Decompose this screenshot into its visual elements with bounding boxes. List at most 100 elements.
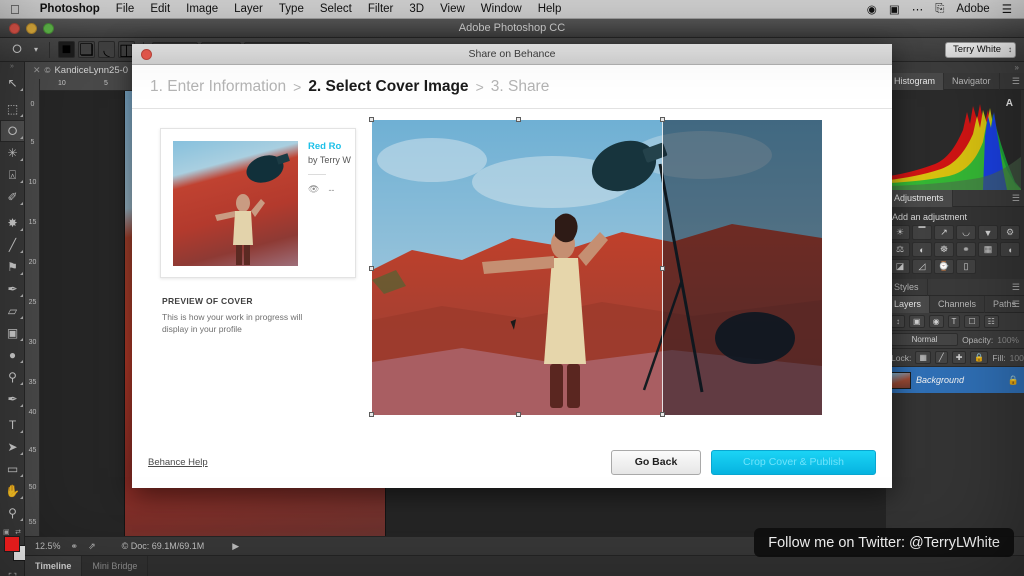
panel-menu-icon[interactable]: ☰ [1012,282,1020,293]
lock-all-icon[interactable]: 🔒 [970,351,989,364]
creative-cloud-icon[interactable]: ◉ [861,2,883,16]
play-triangle-icon[interactable]: ▶ [232,541,239,552]
history-brush-tool[interactable]: ✒ [0,278,25,300]
exposure-icon[interactable]: ◡ [956,225,976,240]
pen-tool[interactable]: ✒ [0,388,25,410]
type-tool[interactable]: T [0,414,25,436]
panel-menu-icon[interactable]: ☰ [1012,299,1020,310]
breadcrumb-step-2[interactable]: 2. Select Cover Image [308,78,468,96]
lasso-tool-icon[interactable]: ⭘ [6,41,28,59]
add-to-selection-icon[interactable]: ❏ [78,41,95,59]
menu-item-file[interactable]: File [108,3,143,15]
rectangular-marquee-tool[interactable]: ⬚ [0,98,25,120]
photo-filter-icon[interactable]: ☸ [934,242,954,257]
foreground-color-swatch[interactable] [4,536,20,552]
eraser-tool[interactable]: ▱ [0,300,25,322]
menu-item-photoshop[interactable]: Photoshop [32,3,108,15]
menu-item-select[interactable]: Select [312,3,360,15]
crop-handle-bottom-right[interactable] [660,412,665,417]
lasso-tool[interactable]: ⭘ [0,120,25,142]
breadcrumb-step-3[interactable]: 3. Share [491,78,550,96]
crop-handle-top-right[interactable] [660,117,665,122]
crop-editor[interactable] [369,117,822,417]
subtract-from-selection-icon[interactable]: ◟ [98,41,115,59]
black-white-icon[interactable]: ◐ [912,242,932,257]
tab-histogram[interactable]: Histogram [886,72,945,90]
eyedropper-tool[interactable]: ✐ [0,186,25,208]
adjustment-filter-icon[interactable]: ◉ [928,315,944,328]
panel-menu-icon[interactable]: ☰ [1012,193,1020,204]
menu-item-edit[interactable]: Edit [142,3,178,15]
clone-stamp-tool[interactable]: ⚑ [0,256,25,278]
lock-position-icon[interactable]: ✚ [951,351,967,364]
selective-color-icon[interactable]: ▯ [956,259,976,274]
reset-colors-icon[interactable]: ▣ [3,528,10,536]
color-balance-icon[interactable]: ⚖ [890,242,910,257]
crop-cover-publish-button[interactable]: Crop Cover & Publish [711,449,876,475]
channel-mixer-icon[interactable]: ⚭ [956,242,976,257]
blur-tool[interactable]: ● [0,344,25,366]
type-filter-icon[interactable]: T [947,315,961,328]
hand-tool[interactable]: ✋ [0,480,25,502]
preview-project-title[interactable]: Red Ro [308,141,343,152]
threshold-icon[interactable]: ◿ [912,259,932,274]
fill-value[interactable]: 100% [1010,353,1024,363]
invert-icon[interactable]: ◖ [1000,242,1020,257]
apple-logo-icon[interactable]:  [10,3,20,16]
panel-menu-icon[interactable]: ☰ [1012,76,1020,87]
crop-handle-top-left[interactable] [369,117,374,122]
menu-item-image[interactable]: Image [178,3,226,15]
layer-row-background[interactable]: Background 🔒 [886,367,1024,393]
lock-transparency-icon[interactable]: ▦ [915,351,931,364]
shape-filter-icon[interactable]: ☐ [964,315,980,328]
crop-handle-middle-left[interactable] [369,266,374,271]
layer-thumbnail[interactable] [891,371,911,389]
screen-record-icon[interactable]: ▣ [883,2,906,16]
smart-object-filter-icon[interactable]: ☷ [983,315,999,328]
spot-healing-brush-tool[interactable]: ✸ [0,212,25,234]
document-tab[interactable]: ✕ © KandiceLynn25-0 [25,61,138,79]
tab-navigator[interactable]: Navigator [944,72,1000,90]
color-swatches[interactable]: ▣ ⇄ [0,528,29,568]
menu-item-type[interactable]: Type [271,3,312,15]
gradient-map-icon[interactable]: ⌚ [934,259,954,274]
quick-selection-tool[interactable]: ✳ [0,142,25,164]
behance-help-link[interactable]: Behance Help [148,457,208,468]
tab-layers[interactable]: Layers [886,295,931,313]
tab-channels[interactable]: Channels [930,295,986,313]
crop-selection[interactable] [369,117,665,417]
brush-tool[interactable]: ╱ [0,234,25,256]
crop-tool[interactable]: ⍓ [0,164,25,186]
workspace-select[interactable]: Terry White [944,41,1016,58]
menu-adobe-label[interactable]: Adobe [950,3,995,15]
menu-item-view[interactable]: View [432,3,473,15]
ellipsis-icon[interactable]: ⋯ [906,2,930,16]
hue-saturation-icon[interactable]: ⚙ [1000,225,1020,240]
swap-colors-icon[interactable]: ⇄ [15,528,21,536]
zoom-level[interactable]: 12.5% [35,541,61,551]
brightness-contrast-icon[interactable]: ☀ [890,225,910,240]
crop-handle-middle-right[interactable] [660,266,665,271]
tab-styles[interactable]: Styles [886,278,928,296]
tab-timeline[interactable]: Timeline [25,555,83,576]
rectangle-tool[interactable]: ▭ [0,458,25,480]
menu-item-window[interactable]: Window [473,3,530,15]
menu-item-layer[interactable]: Layer [226,3,271,15]
dodge-tool[interactable]: ⚲ [0,366,25,388]
menu-item-help[interactable]: Help [530,3,570,15]
display-icon[interactable]: ⎘ [929,3,950,16]
crop-handle-bottom-center[interactable] [516,412,521,417]
path-selection-tool[interactable]: ➤ [0,436,25,458]
go-back-button[interactable]: Go Back [611,449,701,475]
opacity-value[interactable]: 100% [997,335,1019,345]
close-icon[interactable]: ✕ [33,65,41,76]
crop-handle-bottom-left[interactable] [369,412,374,417]
levels-icon[interactable]: ▔ [912,225,932,240]
tab-adjustments[interactable]: Adjustments [886,189,953,207]
curves-icon[interactable]: ↗ [934,225,954,240]
breadcrumb-step-1[interactable]: 1. Enter Information [150,78,286,96]
color-lookup-icon[interactable]: ▦ [978,242,998,257]
new-selection-icon[interactable]: ■ [58,41,75,58]
filter-kind-select[interactable]: ↕ [891,315,905,328]
menu-item-3d[interactable]: 3D [401,3,432,15]
